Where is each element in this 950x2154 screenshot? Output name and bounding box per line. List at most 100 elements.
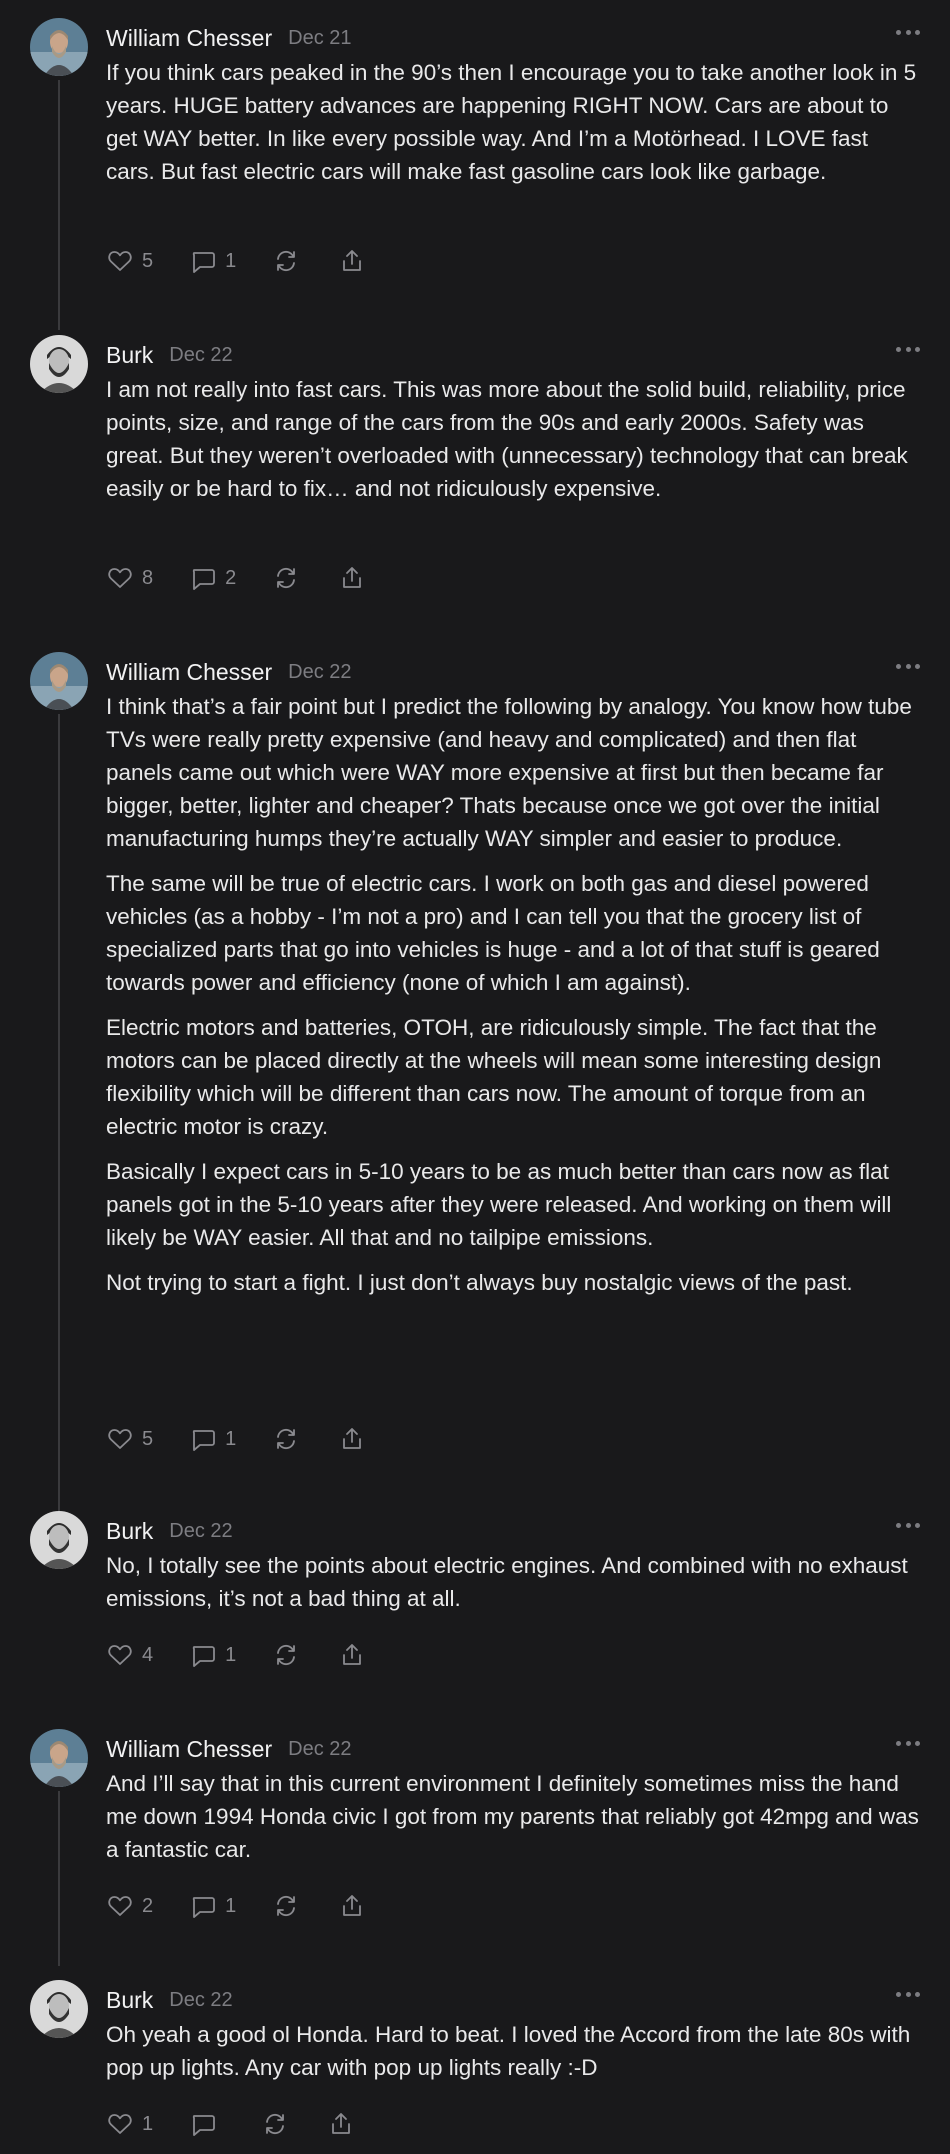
restack-button[interactable] — [272, 247, 300, 275]
like-count: 5 — [142, 249, 154, 272]
comment-paragraph: Basically I expect cars in 5-10 years to… — [106, 1159, 892, 1250]
like-count: 5 — [142, 1427, 154, 1450]
share-button[interactable] — [338, 1425, 366, 1453]
author-name[interactable]: Burk — [106, 342, 153, 369]
comment-body: I think that’s a fair point but I predic… — [106, 690, 921, 1311]
like-button[interactable]: 8 — [106, 564, 153, 592]
heart-icon — [108, 1645, 132, 1665]
like-button[interactable]: 5 — [106, 247, 153, 275]
avatar[interactable] — [30, 335, 88, 393]
avatar[interactable] — [30, 1511, 88, 1569]
author-name[interactable]: Burk — [106, 1518, 153, 1545]
author-name[interactable]: Burk — [106, 1987, 153, 2014]
comment-bubble-icon — [192, 2115, 216, 2136]
heart-icon — [108, 2114, 132, 2134]
author-name[interactable]: William Chesser — [106, 1736, 272, 1763]
share-icon — [343, 1895, 362, 1916]
avatar[interactable] — [30, 652, 88, 710]
restack-icon — [277, 1428, 296, 1450]
share-button[interactable] — [327, 2110, 355, 2138]
restack-button[interactable] — [272, 1425, 300, 1453]
reply-button[interactable]: 1 — [189, 1641, 236, 1669]
author-name[interactable]: William Chesser — [106, 659, 272, 686]
comment-date[interactable]: Dec 22 — [288, 661, 351, 684]
restack-button[interactable] — [272, 564, 300, 592]
comment-header: William Chesser Dec 21 — [106, 18, 352, 58]
comment-date[interactable]: Dec 22 — [169, 344, 232, 367]
restack-icon — [277, 567, 296, 589]
reply-button[interactable] — [189, 2110, 225, 2138]
comment-body: Oh yeah a good ol Honda. Hard to beat. I… — [106, 2018, 921, 2096]
comment-bubble-icon — [192, 1897, 216, 1918]
action-bar: 4 1 — [106, 1638, 366, 1672]
reply-count: 1 — [225, 249, 237, 272]
more-options-icon[interactable] — [896, 1992, 920, 1998]
comment-paragraph: If you think cars peaked in the 90’s the… — [106, 60, 917, 184]
restack-button[interactable] — [261, 2110, 289, 2138]
action-bar: 1 — [106, 2107, 355, 2141]
comment-paragraph: Not trying to start a fight. I just don’… — [106, 1270, 853, 1295]
reply-button[interactable]: 1 — [189, 247, 236, 275]
reply-count: 2 — [225, 566, 237, 589]
share-icon — [343, 1644, 362, 1665]
reply-count: 1 — [225, 1894, 237, 1917]
comment-body: If you think cars peaked in the 90’s the… — [106, 56, 921, 200]
comment-bubble-icon — [192, 1430, 216, 1451]
avatar-william-icon — [30, 1729, 88, 1787]
comment-date[interactable]: Dec 22 — [169, 1520, 232, 1543]
heart-icon — [108, 251, 132, 271]
comment-paragraph: No, I totally see the points about elect… — [106, 1553, 908, 1611]
restack-button[interactable] — [272, 1641, 300, 1669]
comment-date[interactable]: Dec 22 — [169, 1989, 232, 2012]
like-button[interactable]: 5 — [106, 1425, 153, 1453]
avatar-william-icon — [30, 18, 88, 76]
more-options-icon[interactable] — [896, 664, 920, 670]
avatar[interactable] — [30, 1729, 88, 1787]
avatar-burk-icon — [30, 335, 88, 393]
action-bar: 5 1 — [106, 1422, 366, 1456]
like-button[interactable]: 2 — [106, 1892, 153, 1920]
reply-button[interactable]: 2 — [189, 564, 236, 592]
comment-body: I am not really into fast cars. This was… — [106, 373, 921, 517]
action-bar: 2 1 — [106, 1889, 366, 1923]
comment-bubble-icon — [192, 252, 216, 273]
action-bar: 8 2 — [106, 561, 366, 595]
share-icon — [343, 250, 362, 271]
reply-button[interactable]: 1 — [189, 1892, 236, 1920]
heart-icon — [108, 568, 132, 588]
reply-button[interactable]: 1 — [189, 1425, 236, 1453]
more-options-icon[interactable] — [896, 1523, 920, 1529]
more-options-icon[interactable] — [896, 1741, 920, 1747]
avatar[interactable] — [30, 18, 88, 76]
reply-count: 1 — [225, 1643, 237, 1666]
author-name[interactable]: William Chesser — [106, 25, 272, 52]
comment-paragraph: I am not really into fast cars. This was… — [106, 377, 908, 501]
comment-date[interactable]: Dec 21 — [288, 27, 351, 50]
share-button[interactable] — [338, 1892, 366, 1920]
share-icon — [332, 2113, 351, 2134]
share-icon — [343, 1428, 362, 1449]
reply-count: 1 — [225, 1427, 237, 1450]
share-button[interactable] — [338, 247, 366, 275]
restack-icon — [266, 2113, 285, 2135]
comment-paragraph: I think that’s a fair point but I predic… — [106, 694, 912, 851]
action-bar: 5 1 — [106, 244, 366, 278]
restack-button[interactable] — [272, 1892, 300, 1920]
avatar[interactable] — [30, 1980, 88, 2038]
share-icon — [343, 567, 362, 588]
like-count: 8 — [142, 566, 154, 589]
more-options-icon[interactable] — [896, 347, 920, 353]
like-count: 2 — [142, 1894, 154, 1917]
like-button[interactable]: 1 — [106, 2110, 153, 2138]
comment-header: Burk Dec 22 — [106, 1980, 233, 2020]
comment-paragraph: Electric motors and batteries, OTOH, are… — [106, 1015, 882, 1139]
share-button[interactable] — [338, 564, 366, 592]
avatar-burk-icon — [30, 1980, 88, 2038]
more-options-icon[interactable] — [896, 30, 920, 36]
comment-date[interactable]: Dec 22 — [288, 1738, 351, 1761]
comment-bubble-icon — [192, 569, 216, 590]
share-button[interactable] — [338, 1641, 366, 1669]
comment-header: Burk Dec 22 — [106, 1511, 233, 1551]
like-button[interactable]: 4 — [106, 1641, 153, 1669]
comment-bubble-icon — [192, 1646, 216, 1667]
